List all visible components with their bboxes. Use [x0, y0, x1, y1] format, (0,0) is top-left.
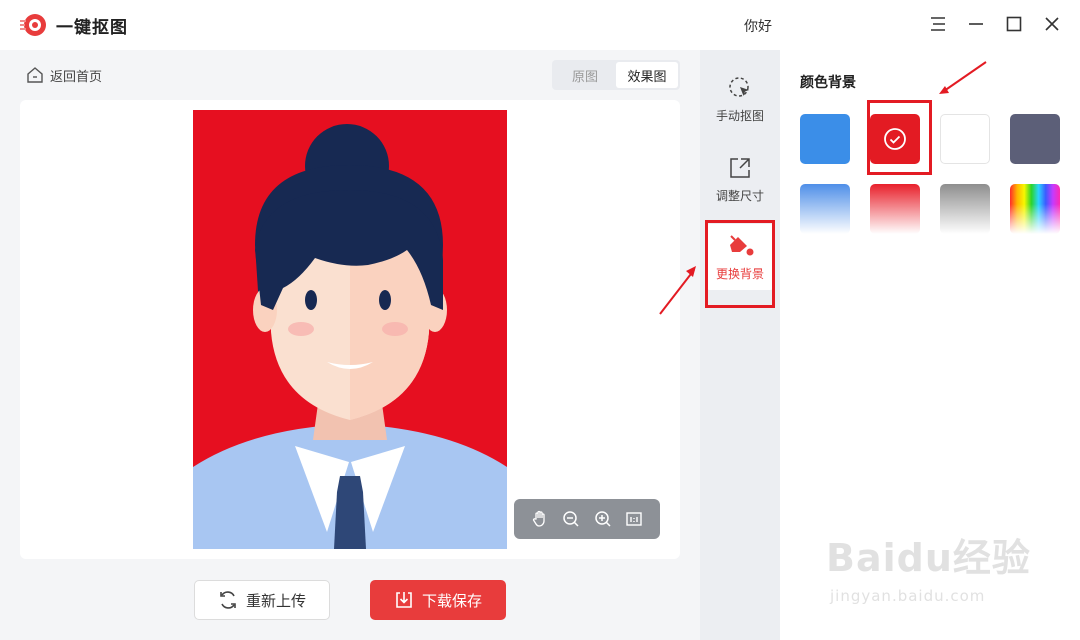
highlight-box-swatch: [867, 100, 932, 175]
user-greeting[interactable]: 你好: [744, 16, 772, 36]
swatch-red-gradient[interactable]: [870, 184, 920, 234]
swatch-blue-gradient[interactable]: [800, 184, 850, 234]
tab-original[interactable]: 原图: [554, 62, 616, 88]
download-icon: [396, 592, 412, 608]
portrait-image[interactable]: [193, 110, 507, 549]
reupload-label: 重新上传: [245, 591, 306, 610]
resize-icon: [730, 157, 750, 178]
swatch-blue[interactable]: [800, 114, 850, 164]
swatch-rainbow[interactable]: [1010, 184, 1060, 234]
zoom-out-icon[interactable]: [560, 508, 582, 530]
cursor-icon: [729, 76, 749, 97]
actual-size-icon[interactable]: [623, 508, 645, 530]
swatch-gray-gradient[interactable]: [940, 184, 990, 234]
refresh-icon: [220, 591, 236, 609]
tool-manual-cutout-label: 手动抠图: [715, 108, 764, 123]
reupload-button[interactable]: 重新上传: [194, 580, 330, 620]
swatch-gray[interactable]: [1010, 114, 1060, 164]
zoom-toolbar: [514, 499, 660, 539]
menu-icon[interactable]: [928, 14, 948, 34]
minimize-icon[interactable]: [966, 14, 986, 34]
tab-result[interactable]: 效果图: [616, 62, 678, 88]
view-tabs: 原图 效果图: [552, 60, 680, 90]
panel-title: 颜色背景: [800, 75, 856, 91]
close-icon[interactable]: [1042, 14, 1062, 34]
maximize-icon[interactable]: [1004, 14, 1024, 34]
hand-icon[interactable]: [529, 508, 551, 530]
portrait-illustration: [193, 124, 507, 549]
tool-sidebar: 手动抠图 调整尺寸 更换背景: [700, 50, 780, 640]
zoom-in-icon[interactable]: [592, 508, 614, 530]
background-panel: 颜色背景: [780, 50, 1080, 640]
tool-manual-cutout[interactable]: 手动抠图: [706, 66, 774, 132]
back-home-label: 返回首页: [50, 69, 103, 85]
tool-resize-label: 调整尺寸: [715, 188, 764, 203]
app-title: 一键抠图: [56, 18, 128, 38]
download-save-label: 下载保存: [421, 591, 482, 610]
preview-area: 返回首页 原图 效果图 重新上传 下载保存: [0, 50, 700, 640]
image-stage: [20, 100, 680, 559]
download-save-button[interactable]: 下载保存: [370, 580, 506, 620]
swatch-white[interactable]: [940, 114, 990, 164]
highlight-box-tool: [705, 220, 775, 308]
back-home-link[interactable]: 返回首页: [26, 65, 102, 85]
title-bar: 一键抠图 你好: [0, 0, 1080, 50]
tool-resize[interactable]: 调整尺寸: [706, 146, 774, 212]
app-logo-icon: [20, 14, 46, 36]
home-icon: [27, 67, 43, 83]
